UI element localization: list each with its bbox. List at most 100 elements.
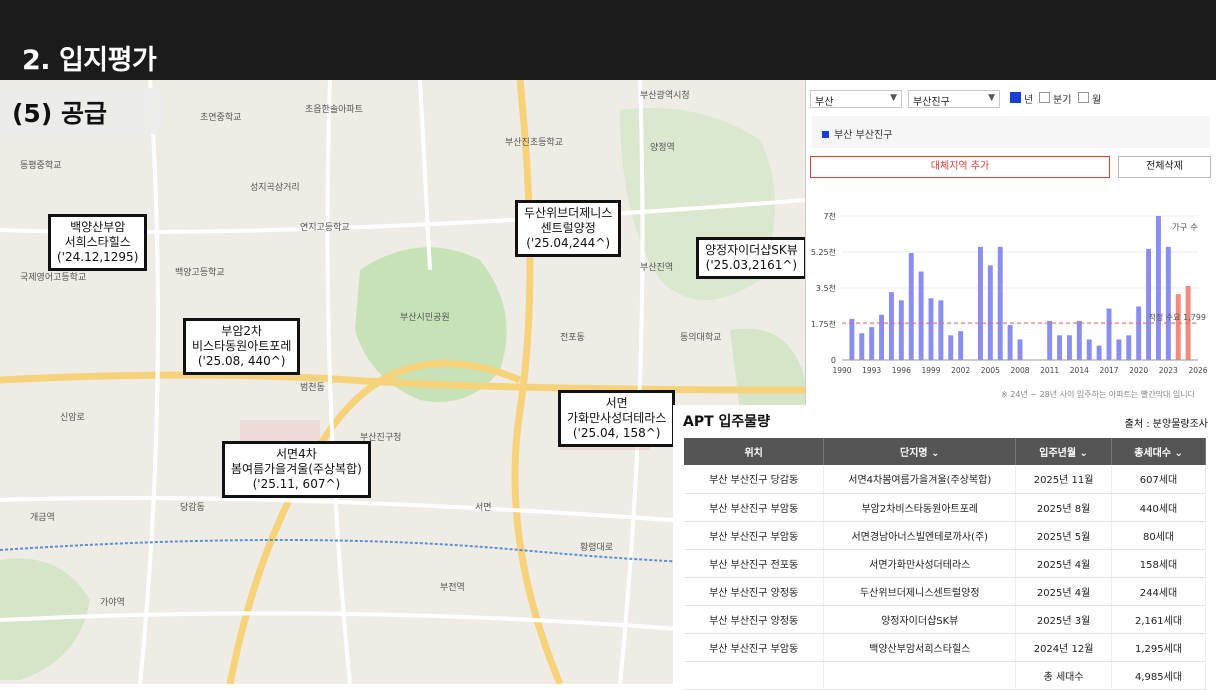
callout-baegyangsan-bueam[interactable]: 백양산부암 서희스타힐스 ('24.12,1295) [48,214,148,271]
region-select[interactable]: 부산 ▼ [810,90,902,108]
period-quarter-checkbox[interactable] [1039,92,1050,103]
callout-line: 비스타동원아트포레 [192,339,292,353]
bar-1991 [849,318,855,360]
district-select[interactable]: 부산진구 ▼ [908,90,1000,108]
table-cell: 2025년 4월 [1015,549,1113,578]
delete-all-button[interactable]: 전체삭제 [1118,156,1211,178]
bar-2011 [1047,320,1053,360]
table-title: APT 입주물량 [683,414,771,430]
bar-2016 [1096,345,1102,360]
map-label: 초연중학교 [200,113,242,123]
bar-2001 [948,335,954,360]
column-header-units[interactable]: 총세대수 ⌄ [1111,438,1206,465]
y-tick-label: 0 [831,356,836,365]
period-month-checkbox[interactable] [1078,92,1089,103]
chevron-down-icon: ▼ [988,93,995,103]
x-tick-label: 1999 [921,366,940,375]
table-cell: 2025년 4월 [1015,577,1113,606]
callout-seomyeon4-seasons[interactable]: 서면4차 봄여름가을겨울(주상복합) ('25.11, 607^) [222,441,371,498]
x-tick-label: 1990 [832,366,851,375]
callout-line: 서면 [605,396,628,410]
bar-2014 [1076,320,1082,360]
y-tick-label: 5.25천 [811,247,836,257]
table-cell: 2024년 12월 [1015,633,1113,662]
map-label: 가야역 [100,598,125,608]
column-header-location[interactable]: 위치 [684,438,825,465]
period-year-checkbox[interactable] [1010,92,1021,103]
table-row[interactable]: 부산 부산진구 양정동 두산위브더제니스센트럴양정 2025년 4월 244세대 [684,577,1206,606]
table-row[interactable]: 부산 부산진구 부암동 서면경남아너스빌엔테로까사(주) 2025년 5월 80세대 [684,521,1206,550]
callout-bueam2-vista[interactable]: 부암2차 비스타동원아트포레 ('25.08, 440^) [183,318,301,375]
callout-line: ('25.04,244^) [526,236,611,250]
table-cell: 두산위브더제니스센트럴양정 [823,577,1017,606]
bar-2021 [1146,248,1152,360]
map-label: 부산시민공원 [400,313,450,323]
map-label: 초읍한솔아파트 [305,105,363,115]
map-label: 부산진역 [640,263,674,273]
period-quarter-label: 분기 [1053,95,1072,106]
bar-1998 [918,271,924,360]
map-label: 부전역 [440,583,465,593]
callout-seomyeon-gahwa[interactable]: 서면 가화만사성더테라스 ('25.04, 158^) [558,390,676,447]
y-tick-label: 1.75천 [811,319,836,329]
callout-line: 부암2차 [221,324,263,338]
add-compare-region-button[interactable]: 대체지역 추가 [810,156,1110,178]
y-axis-label: 가구 수 [1172,223,1198,233]
map-label: 연지고등학교 [300,223,350,233]
callout-yangjeong-xi[interactable]: 양정자이더샵SK뷰 ('25.03,2161^) [696,237,805,279]
bar-1999 [928,298,934,360]
legend-label: 부산 부산진구 [834,130,893,141]
x-tick-label: 2002 [951,366,970,375]
y-tick-label: 3.5천 [816,283,836,293]
table-cell: 서면경남아너스빌엔테로까사(주) [823,521,1017,550]
column-header-complex[interactable]: 단지명 ⌄ [823,438,1017,465]
bar-2002 [958,331,964,360]
column-header-move-in[interactable]: 입주년월 ⌄ [1015,438,1113,465]
map-label: 범천동 [300,383,325,393]
table-row[interactable]: 부산 부산진구 전포동 서면가화만사성더테라스 2025년 4월 158세대 [684,549,1206,578]
map-label: 동의대학교 [680,333,722,343]
table-row[interactable]: 부산 부산진구 양정동 양정자이더샵SK뷰 2025년 3월 2,161세대 [684,605,1206,634]
table-cell: 80세대 [1111,521,1206,550]
bar-2007 [1007,325,1013,360]
map-label: 부산진초등학교 [505,138,563,148]
bar-1995 [888,292,894,360]
map-label: 전포동 [560,333,585,343]
callout-doosan-weve-yangjeong[interactable]: 두산위브더제니스 센트럴양정 ('25.04,244^) [515,200,622,257]
table-total-row[interactable]: 총 세대수 4,985세대 [684,661,1206,690]
x-tick-label: 2020 [1129,366,1148,375]
region-select-value: 부산 [815,97,834,108]
table-cell: 607세대 [1111,465,1206,494]
table-row[interactable]: 부산 부산진구 당감동 서면4차봄여름가을겨울(주상복합) 2025년 11월 607… [684,465,1206,494]
table-cell: 서면가화만사성더테라스 [823,549,1017,578]
callout-line: ('25.04, 158^) [572,426,661,440]
map-label: 성지곡삼거리 [250,183,300,193]
callout-line: 백양산부암 [70,220,126,234]
table-cell: 2025년 5월 [1015,521,1113,550]
callout-line: 서희스타힐스 [64,235,131,249]
table-cell [684,661,825,690]
bar-2006 [997,246,1003,360]
apt-supply-table: 위치 단지명 ⌄ 입주년월 ⌄ 총세대수 ⌄ 부산 부산진구 당감동 서면4차봄여… [684,438,1206,690]
callout-line: 서면4차 [276,447,317,461]
table-cell: 총 세대수 [1015,661,1113,690]
table-cell [823,661,1017,690]
table-cell: 2025년 3월 [1015,605,1113,634]
table-cell: 부암2차비스타동원아트포레 [823,493,1017,522]
table-cell: 2,161세대 [1111,605,1206,634]
table-row[interactable]: 부산 부산진구 부암동 백양산부암서희스타힐스 2024년 12월 1,295세대 [684,633,1206,662]
callout-line: 가화만사성더테라스 [567,411,667,425]
callout-line: ('24.12,1295) [57,250,139,264]
table-row[interactable]: 부산 부산진구 부암동 부암2차비스타동원아트포레 2025년 8월 440세대 [684,493,1206,522]
x-tick-label: 2017 [1099,366,1118,375]
bar-1993 [869,327,875,360]
chart-note: ※ 24년 ~ 28년 사이 입주하는 아파트는 빨간막대 입니다 [1001,390,1195,399]
bar-2000 [938,300,944,360]
table-cell: 양정자이더샵SK뷰 [823,605,1017,634]
x-tick-label: 2011 [1040,366,1059,375]
table-cell: 서면4차봄여름가을겨울(주상복합) [823,465,1017,494]
supply-chart-panel: 부산 ▼ 부산진구 ▼ 년 분기 월 부산 부산진구 대체지역 추가 전체삭제 … [805,80,1216,405]
table-cell: 부산 부산진구 부암동 [684,633,825,662]
bar-2019 [1126,335,1132,360]
map-label: 서면 [475,503,492,513]
